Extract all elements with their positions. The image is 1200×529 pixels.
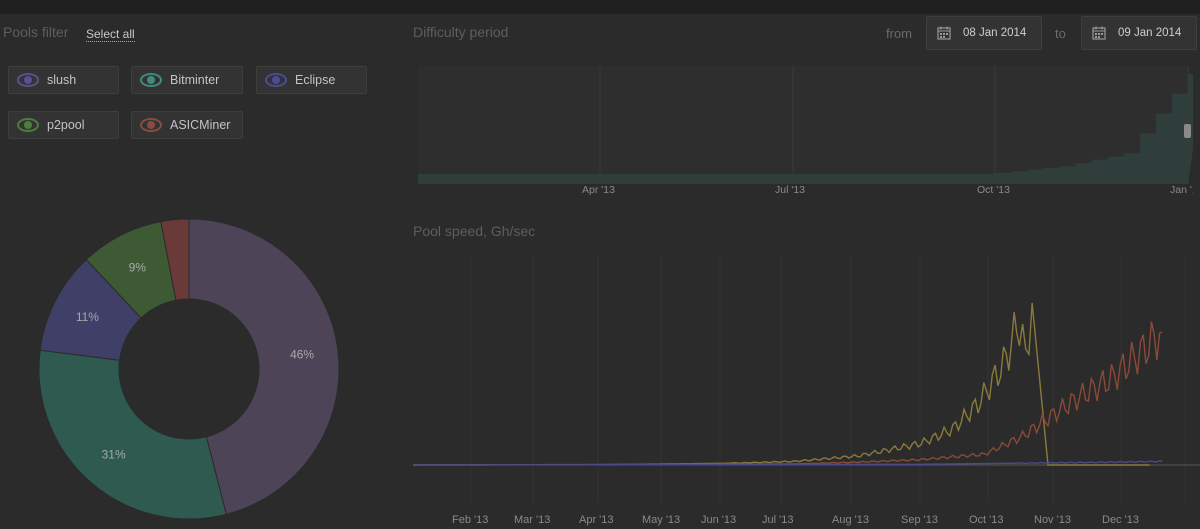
- speed-tick-label: Oct '13: [969, 514, 1004, 526]
- pool-filter-label: ASICMiner: [170, 118, 231, 132]
- difficulty-tick-label: Jul '13: [775, 184, 805, 196]
- pools-filter-title: Pools filter: [3, 24, 69, 40]
- from-label: from: [886, 26, 912, 41]
- speed-tick-label: Mar '13: [514, 514, 550, 526]
- difficulty-plot-area: [418, 66, 1188, 184]
- pool-filter-label: Eclipse: [295, 73, 336, 87]
- difficulty-period-title: Difficulty period: [413, 24, 509, 40]
- calendar-icon: [937, 26, 951, 40]
- difficulty-tick-label: Jan '14: [1170, 184, 1193, 196]
- speed-tick-label: Aug '13: [832, 514, 869, 526]
- donut-slice-label: 9%: [129, 260, 147, 274]
- speed-tick-label: Apr '13: [579, 514, 614, 526]
- pool-filter-label: Bitminter: [170, 73, 220, 87]
- speed-series-line: [413, 321, 1163, 466]
- from-date-picker[interactable]: 08 Jan 2014: [926, 16, 1042, 50]
- eye-icon: [140, 118, 162, 132]
- to-label: to: [1055, 26, 1066, 41]
- speed-tick-label: Dec '13: [1102, 514, 1139, 526]
- speed-tick-label: Sep '13: [901, 514, 938, 526]
- speed-tick-label: Feb '13: [452, 514, 488, 526]
- to-date-picker[interactable]: 09 Jan 2014: [1081, 16, 1197, 50]
- pool-filter-label: slush: [47, 73, 77, 87]
- donut-slice: [38, 349, 227, 520]
- donut-slice-label: 46%: [290, 348, 314, 362]
- pool-filter-p2pool[interactable]: p2pool: [8, 111, 119, 139]
- eye-icon: [140, 73, 162, 87]
- pool-share-donut-chart: 46% 31% 11% 9%: [38, 218, 340, 520]
- donut-slice-label: 11%: [76, 310, 99, 324]
- to-date-value: 09 Jan 2014: [1118, 27, 1182, 39]
- difficulty-period-chart[interactable]: Apr '13 Jul '13 Oct '13 Jan '14: [413, 62, 1193, 202]
- difficulty-tick-label: Oct '13: [977, 184, 1010, 196]
- eye-icon: [265, 73, 287, 87]
- from-date-value: 08 Jan 2014: [963, 27, 1027, 39]
- speed-tick-label: Jul '13: [762, 514, 793, 526]
- eye-icon: [17, 73, 39, 87]
- top-strip: [0, 0, 1200, 14]
- pool-filter-asicminer[interactable]: ASICMiner: [131, 111, 243, 139]
- pool-speed-title: Pool speed, Gh/sec: [413, 223, 536, 239]
- difficulty-tick-label: Apr '13: [582, 184, 615, 196]
- pool-filter-eclipse[interactable]: Eclipse: [256, 66, 367, 94]
- eye-icon: [17, 118, 39, 132]
- donut-slice-label: 31%: [102, 448, 126, 462]
- pool-filter-bitminter[interactable]: Bitminter: [131, 66, 243, 94]
- speed-tick-label: Jun '13: [701, 514, 736, 526]
- speed-tick-label: Nov '13: [1034, 514, 1071, 526]
- calendar-icon: [1092, 26, 1106, 40]
- pool-filter-slush[interactable]: slush: [8, 66, 119, 94]
- select-all-link[interactable]: Select all: [86, 27, 135, 42]
- pool-filter-label: p2pool: [47, 118, 85, 132]
- speed-tick-label: May '13: [642, 514, 680, 526]
- pool-speed-chart: Feb '13 Mar '13 Apr '13 May '13 Jun '13 Jul '…: [413, 255, 1200, 526]
- range-handle[interactable]: [1184, 124, 1191, 138]
